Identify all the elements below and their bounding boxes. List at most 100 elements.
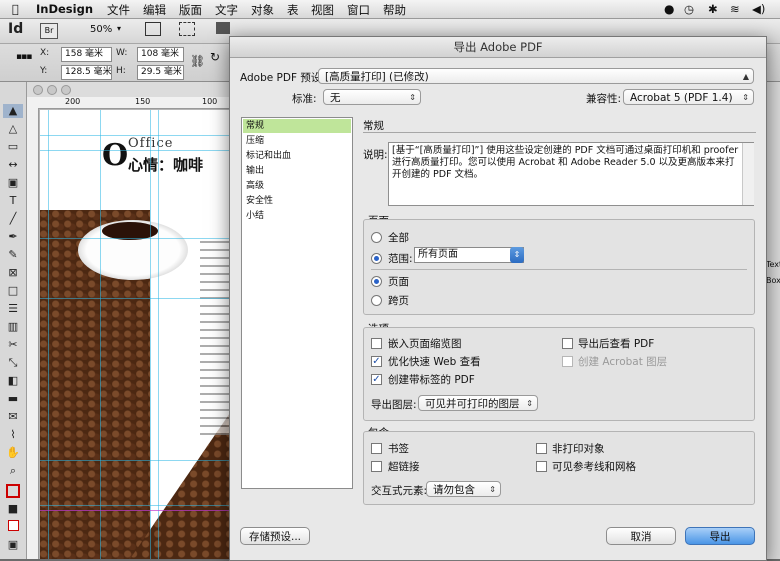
category-summary[interactable]: 小结 [243,209,351,223]
menu-type[interactable]: 文字 [215,2,238,18]
hand-tool-icon[interactable]: ✋ [3,446,23,460]
category-compression[interactable]: 压缩 [243,134,351,148]
type-tool-icon[interactable]: T [3,194,23,208]
vertical-ruler[interactable] [27,108,39,559]
clock-icon[interactable]: ◷ [684,2,694,16]
tagged-pdf-checkbox[interactable]: ✓ [371,374,382,385]
document-page[interactable]: O Office 心情：咖啡 [40,110,232,559]
range-field[interactable]: 所有页面 [414,247,524,263]
gap-tool-icon[interactable]: ↔ [3,158,23,172]
gradient-tool-icon[interactable]: ◧ [3,374,23,388]
h-field[interactable]: 29.5 毫米 [137,65,184,80]
horizontal-grid-tool-icon[interactable]: ☰ [3,302,23,316]
bridge-button[interactable]: Br [40,23,58,39]
apply-none-icon[interactable] [3,520,23,534]
preset-value: [高质量打印] (已修改) [325,71,429,83]
menu-view[interactable]: 视图 [311,2,334,18]
pencil-tool-icon[interactable]: ✎ [3,248,23,262]
gradient-feather-tool-icon[interactable]: ▬ [3,392,23,406]
cancel-button[interactable]: 取消 [606,527,676,545]
export-layers-dropdown[interactable]: 可见并可打印的图层 ⇕ [418,395,538,411]
direct-selection-tool-icon[interactable]: △ [3,122,23,136]
description-scrollbar[interactable] [742,143,754,205]
close-window-icon[interactable] [33,85,43,95]
range-stepper-icon[interactable]: ⇕ [510,247,524,263]
line-tool-icon[interactable]: ╱ [3,212,23,226]
export-pdf-dialog: 导出 Adobe PDF Adobe PDF 预设: [高质量打印] (已修改)… [229,36,767,561]
menu-file[interactable]: 文件 [107,2,130,18]
fill-stroke-icon[interactable] [3,484,23,498]
eyedropper-tool-icon[interactable]: ⌇ [3,428,23,442]
content-collector-icon[interactable]: ▣ [3,176,23,190]
category-marks-bleeds[interactable]: 标记和出血 [243,149,351,163]
wifi-icon[interactable]: ≋ [730,2,740,16]
optimize-web-checkbox[interactable]: ✓ [371,356,382,367]
zoom-level[interactable]: 50% [90,24,112,35]
view-after-export-checkbox[interactable] [562,338,573,349]
export-button[interactable]: 导出 [685,527,755,545]
view-options-icon[interactable] [145,22,161,36]
category-advanced[interactable]: 高级 [243,179,351,193]
acrobat-layers-checkbox[interactable] [562,356,573,367]
scissors-tool-icon[interactable]: ✂ [3,338,23,352]
page-tool-icon[interactable]: ▭ [3,140,23,154]
arrange-documents-icon[interactable] [216,22,230,34]
updown-arrow-icon: ⇕ [409,93,416,102]
free-transform-tool-icon[interactable]: ⤡ [3,356,23,370]
category-general[interactable]: 常规 [243,119,351,133]
menu-help[interactable]: 帮助 [383,2,406,18]
minimize-window-icon[interactable] [47,85,57,95]
x-field[interactable]: 158 毫米 [61,47,112,62]
save-preset-button[interactable]: 存储预设... [240,527,310,545]
apply-color-icon[interactable]: ■ [3,502,23,516]
menu-window[interactable]: 窗口 [347,2,370,18]
category-security[interactable]: 安全性 [243,194,351,208]
zoom-tool-icon[interactable]: ⌕ [3,464,23,478]
horizontal-ruler[interactable]: 200 150 100 [27,97,232,109]
y-field[interactable]: 128.5 毫米 [61,65,112,80]
interactive-dropdown[interactable]: 请勿包含 ⇕ [426,481,501,497]
bluetooth-icon[interactable]: ✱ [708,2,718,16]
category-output[interactable]: 输出 [243,164,351,178]
qq-icon[interactable]: ● [664,2,674,16]
apple-icon[interactable]:  [12,2,19,16]
rectangle-tool-icon[interactable]: □ [3,284,23,298]
compat-dropdown[interactable]: Acrobat 5 (PDF 1.4) ⇕ [623,89,754,105]
w-field[interactable]: 108 毫米 [137,47,184,62]
menu-table[interactable]: 表 [287,2,299,18]
reference-point-icon[interactable]: ▪▪▪ [16,52,32,66]
all-pages-radio[interactable] [371,232,382,243]
rectangle-frame-tool-icon[interactable]: ⊠ [3,266,23,280]
pages-group: 全部 范围: 所有页面 ⇕ 页面 跨页 [363,219,755,315]
app-menu[interactable]: InDesign [36,2,93,16]
rotate-icon[interactable]: ↻ [210,50,220,64]
vertical-grid-tool-icon[interactable]: ▥ [3,320,23,334]
menu-object[interactable]: 对象 [251,2,274,18]
nonprinting-checkbox[interactable] [536,443,547,454]
screen-mode-normal-icon[interactable]: ▣ [3,538,23,552]
menu-layout[interactable]: 版面 [179,2,202,18]
menu-edit[interactable]: 编辑 [143,2,166,18]
screen-mode-icon[interactable] [179,22,195,36]
hyperlinks-checkbox[interactable] [371,461,382,472]
constrain-proportions-icon[interactable]: ⛓ [190,54,205,68]
w-label: W: [116,48,128,58]
updown-arrow-icon: ⇕ [742,93,749,102]
chevron-down-icon[interactable]: ▾ [117,24,121,33]
zoom-window-icon[interactable] [61,85,71,95]
spreads-radio[interactable] [371,295,382,306]
pen-tool-icon[interactable]: ✒ [3,230,23,244]
bookmarks-label: 书签 [388,443,409,455]
note-tool-icon[interactable]: ✉ [3,410,23,424]
pages-radio[interactable] [371,276,382,287]
embed-thumbnails-checkbox[interactable] [371,338,382,349]
guides-grids-checkbox[interactable] [536,461,547,472]
selection-tool-icon[interactable]: ▲ [3,104,23,118]
bookmarks-checkbox[interactable] [371,443,382,454]
volume-icon[interactable]: ◀) [752,2,765,16]
range-radio[interactable] [371,253,382,264]
guide-line [158,110,159,559]
preset-dropdown[interactable]: [高质量打印] (已修改) ▲ [318,68,754,84]
standard-dropdown[interactable]: 无 ⇕ [323,89,421,105]
description-textarea[interactable]: [基于“[高质量打印]”] 使用这些设定创建的 PDF 文档可通过桌面打印机和 … [388,142,754,206]
